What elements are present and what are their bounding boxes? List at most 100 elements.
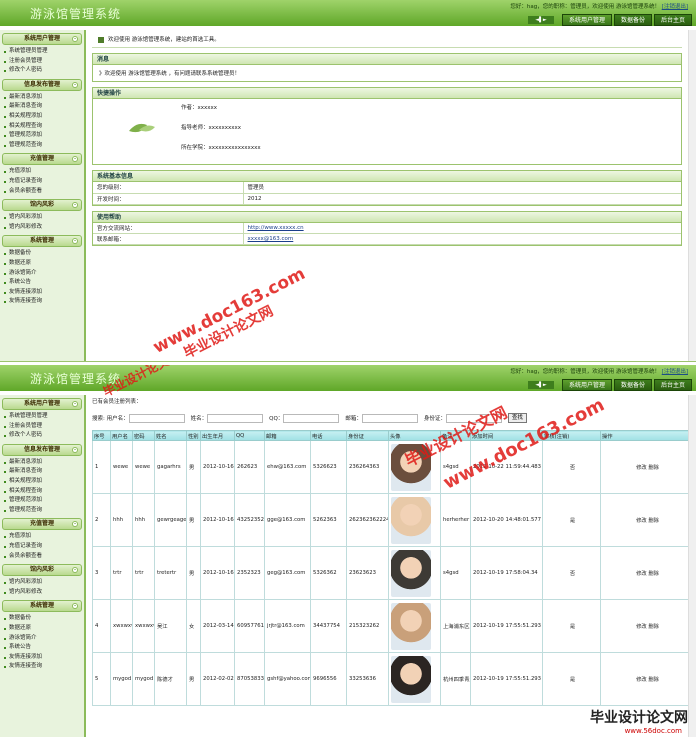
sidebar-item[interactable]: 数据还原 [0, 624, 84, 634]
sidebar-item[interactable]: 相关规程查询 [0, 487, 84, 497]
sidebar-item[interactable]: 系统公告 [0, 278, 84, 288]
table-cell[interactable]: 修改 删除 [600, 599, 693, 653]
sidebar-item[interactable]: 友情连接查询 [0, 297, 84, 307]
logout-link[interactable]: [注销退出] [662, 369, 688, 375]
logout-link[interactable]: [注销退出] [662, 4, 688, 10]
sidebar-item[interactable]: 注册会员管理 [0, 57, 84, 67]
sidebar-section-system[interactable]: 系统管理 ⌃ [2, 600, 82, 613]
username-input[interactable] [128, 413, 185, 423]
sidebar-item[interactable]: 数据备份 [0, 249, 84, 259]
sidebar-item[interactable]: 游泳馆简介 [0, 634, 84, 644]
sidebar: 系统用户管理 ⌃ 系统管理员管理 注册会员管理 修改个人密码 信息发布管理 ⌃ 最新… [0, 395, 86, 737]
avatar [391, 496, 431, 544]
chevron-icon[interactable]: ⌃ [72, 36, 78, 42]
tab-admin-home[interactable]: 后台主页 [653, 14, 692, 26]
sidebar-section-info[interactable]: 信息发布管理 ⌃ [2, 443, 82, 456]
table-cell: 4 [92, 599, 111, 653]
table-cell: 吴江 [154, 599, 187, 653]
tab-data-backup[interactable]: 数据备份 [613, 14, 652, 26]
column-header: 姓名 [154, 430, 187, 441]
sidebar-item[interactable]: 系统管理员管理 [0, 412, 84, 422]
table-cell[interactable]: 修改 删除 [600, 493, 693, 547]
chevron-icon[interactable]: ⌃ [72, 603, 78, 610]
sidebar-item[interactable]: 系统管理员管理 [0, 47, 84, 57]
sidebar-section-user[interactable]: 系统用户管理 ⌃ [2, 33, 82, 45]
sidebar-item[interactable]: 相关规程查询 [0, 122, 84, 132]
tab-system-users[interactable]: 系统用户管理 [561, 379, 612, 391]
name-input[interactable] [207, 413, 264, 423]
author-text: 作者：xxxxxx [181, 105, 218, 111]
sidebar-item[interactable]: 会员余额查看 [0, 552, 84, 562]
sidebar-item[interactable]: 友情连接添加 [0, 288, 84, 298]
sidebar-section-gallery[interactable]: 馆内风彩 ⌃ [2, 564, 82, 577]
search-button[interactable]: 查找 [507, 413, 527, 423]
sidebar-item[interactable]: 相关规程添加 [0, 112, 84, 122]
sidebar-item[interactable]: 最新消息添加 [0, 458, 84, 468]
sidebar-item[interactable]: 最新消息添加 [0, 93, 84, 103]
sidebar-item[interactable]: 馆内风彩添加 [0, 578, 84, 588]
nav-arrows-icon[interactable]: ◄▌► [528, 381, 554, 389]
chevron-icon[interactable]: ⌃ [72, 81, 78, 88]
sidebar-item[interactable]: 充值记录查询 [0, 542, 84, 552]
nav-arrows-icon[interactable]: ◄▌► [528, 16, 554, 24]
chevron-icon[interactable]: ⌃ [72, 238, 78, 245]
sidebar-item[interactable]: 管理规范查询 [0, 506, 84, 516]
user-info: 您好：hag，您的职称：管理员，欢迎使用 游泳馆管理系统！ [注销退出] [510, 369, 688, 375]
tab-data-backup[interactable]: 数据备份 [613, 379, 652, 391]
table-cell[interactable]: 修改 删除 [600, 652, 693, 706]
sidebar-section-system[interactable]: 系统管理 ⌃ [2, 235, 82, 248]
qq-input[interactable] [283, 413, 340, 423]
sidebar-section-recharge[interactable]: 充值管理 ⌃ [2, 518, 82, 531]
sidebar-section-gallery[interactable]: 馆内风彩 ⌃ [2, 199, 82, 212]
table-cell[interactable]: 修改 删除 [600, 546, 693, 600]
sidebar-item[interactable]: 管理规范添加 [0, 496, 84, 506]
table-cell: mygod [110, 652, 133, 706]
sidebar-item[interactable]: 充值添加 [0, 532, 84, 542]
sidebar-item[interactable]: 馆内风彩添加 [0, 213, 84, 223]
sidebar-item[interactable]: 系统公告 [0, 643, 84, 653]
sidebar-item[interactable]: 充值记录查询 [0, 177, 84, 187]
sidebar-item[interactable]: 馆内风彩修改 [0, 588, 84, 598]
chevron-icon[interactable]: ⌃ [72, 567, 78, 574]
sidebar-item[interactable]: 会员余额查看 [0, 187, 84, 197]
table-cell: gge@163.com [264, 493, 311, 547]
sidebar-item[interactable]: 管理规范查询 [0, 141, 84, 151]
sidebar-section-user[interactable]: 系统用户管理 ⌃ [2, 398, 82, 410]
sidebar-section-info[interactable]: 信息发布管理 ⌃ [2, 78, 82, 91]
table-cell[interactable]: 修改 删除 [600, 440, 693, 494]
sidebar-item[interactable]: 友情连接查询 [0, 662, 84, 672]
chevron-icon[interactable]: ⌃ [72, 446, 78, 453]
sidebar-item[interactable]: 修改个人密码 [0, 431, 84, 441]
table-cell: wewe [110, 440, 133, 494]
sidebar-item[interactable]: 管理规范添加 [0, 131, 84, 141]
scrollbar[interactable] [688, 395, 696, 737]
scrollbar[interactable] [688, 30, 696, 361]
chevron-icon[interactable]: ⌃ [72, 521, 78, 528]
email-input[interactable] [361, 413, 418, 423]
sidebar-item[interactable]: 数据还原 [0, 259, 84, 269]
sidebar-item[interactable]: 友情连接添加 [0, 653, 84, 663]
sidebar-section-recharge[interactable]: 充值管理 ⌃ [2, 153, 82, 166]
sidebar-item[interactable]: 相关规程添加 [0, 477, 84, 487]
table-cell: herherher [440, 493, 471, 547]
chevron-icon[interactable]: ⌃ [72, 156, 78, 163]
sidebar-item[interactable]: 游泳馆简介 [0, 269, 84, 279]
table-cell: 是 [542, 599, 601, 653]
email-link[interactable]: xxxxx@163.com [248, 236, 294, 242]
website-link[interactable]: http://www.xxxxx.cn [248, 225, 304, 231]
sidebar-item[interactable]: 修改个人密码 [0, 66, 84, 76]
table-cell: 陈德才 [154, 652, 187, 706]
sidebar-item[interactable]: 最新消息查询 [0, 467, 84, 477]
sidebar-item[interactable]: 充值添加 [0, 167, 84, 177]
sidebar-item[interactable]: 最新消息查询 [0, 102, 84, 112]
avatar [391, 655, 431, 703]
home-main: 欢迎使用 游泳馆管理系统，建站的首选工具。 消息 》欢迎使用 游泳馆管理系统 ，… [92, 32, 682, 246]
sidebar-item[interactable]: 数据备份 [0, 614, 84, 624]
chevron-icon[interactable]: ⌃ [72, 401, 78, 407]
sidebar-item[interactable]: 注册会员管理 [0, 422, 84, 432]
tab-system-users[interactable]: 系统用户管理 [561, 14, 612, 26]
table-cell: 2012-10-16 [200, 493, 235, 547]
tab-admin-home[interactable]: 后台主页 [653, 379, 692, 391]
chevron-icon[interactable]: ⌃ [72, 202, 78, 209]
sidebar-item[interactable]: 馆内风彩修改 [0, 223, 84, 233]
